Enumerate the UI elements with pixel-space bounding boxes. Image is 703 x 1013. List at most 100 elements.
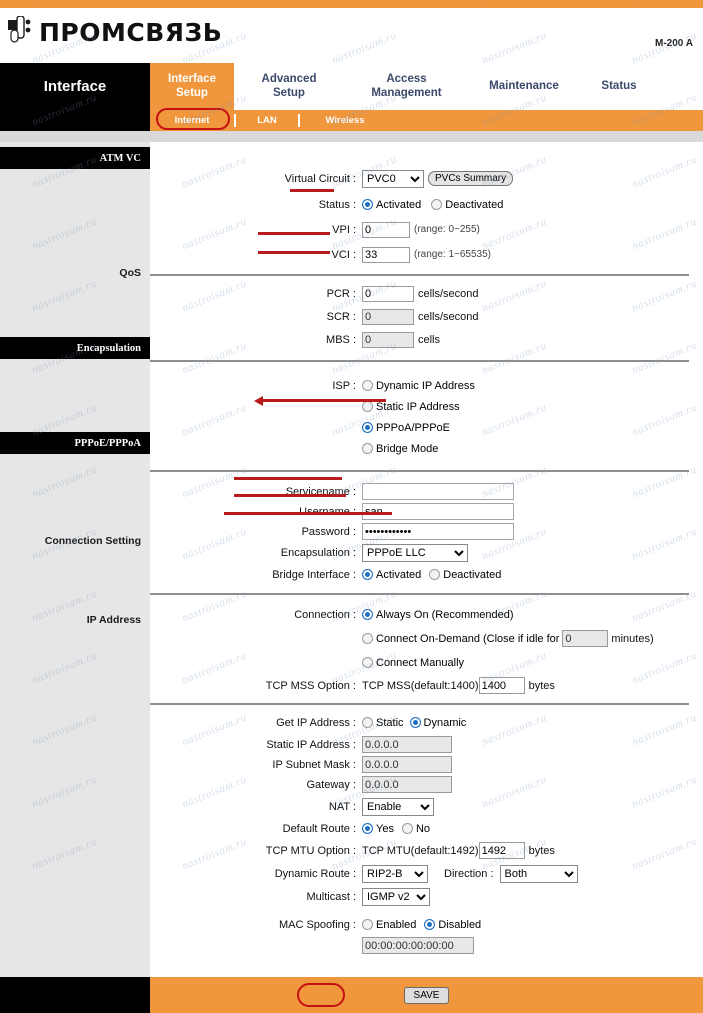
static-ip-input[interactable] xyxy=(362,736,452,753)
nat-select[interactable]: Enable xyxy=(362,797,434,816)
row-bridge-interface: Bridge Interface : Activated Deactivated xyxy=(150,565,703,584)
isp-static-ip-radio[interactable]: Static IP Address xyxy=(362,401,460,413)
tab-interface-setup-line1: Interface xyxy=(168,73,216,86)
connection-manual-radio[interactable]: Connect Manually xyxy=(362,657,464,669)
bridge-deactivated-label: Deactivated xyxy=(443,568,502,581)
dynamic-route-select[interactable]: RIP2-B xyxy=(362,864,428,883)
tab-advanced-setup[interactable]: Advanced Setup xyxy=(234,63,344,110)
tab-interface-setup[interactable]: Interface Setup xyxy=(150,63,234,110)
main-navigation: Interface Interface Setup Advanced Setup A… xyxy=(0,63,703,110)
direction-select[interactable]: Both xyxy=(499,864,578,883)
subtab-lan[interactable]: LAN xyxy=(236,110,298,131)
tcp-mss-label: TCP MSS Option : xyxy=(265,679,356,692)
grey-separator-strip xyxy=(0,131,703,142)
section-label-qos: QoS xyxy=(119,267,141,279)
mbs-input[interactable] xyxy=(362,331,414,348)
password-label: Password : xyxy=(301,525,356,538)
connection-manual-label: Connect Manually xyxy=(376,656,465,669)
annotation-isp-arrow-icon xyxy=(254,396,263,406)
radio-dot-icon xyxy=(362,422,373,433)
isp-dynamic-ip-radio[interactable]: Dynamic IP Address xyxy=(362,380,475,392)
mac-spoofing-enabled-radio[interactable]: Enabled xyxy=(362,919,416,931)
annotation-password xyxy=(234,494,346,497)
bridge-activated-radio[interactable]: Activated xyxy=(362,569,421,581)
isp-bridge-mode-radio[interactable]: Bridge Mode xyxy=(362,443,438,455)
connection-always-on-label: Always On (Recommended) xyxy=(376,608,514,621)
status-activated-label: Activated xyxy=(376,198,422,211)
tab-advanced-setup-line1: Advanced xyxy=(261,73,317,86)
password-input[interactable] xyxy=(362,523,514,540)
dynamic-route-label: Dynamic Route : xyxy=(274,867,356,880)
subnav-bar: Internet LAN Wireless xyxy=(150,110,703,131)
tab-maintenance[interactable]: Maintenance xyxy=(469,63,579,110)
sub-navigation: Internet LAN Wireless xyxy=(0,108,703,131)
bridge-deactivated-radio[interactable]: Deactivated xyxy=(429,569,501,581)
default-route-yes-label: Yes xyxy=(376,822,394,835)
section-label-connection-setting: Connection Setting xyxy=(44,535,141,547)
isp-dynamic-ip-label: Dynamic IP Address xyxy=(376,379,475,392)
servicename-input[interactable] xyxy=(362,483,514,500)
tab-access-management[interactable]: Access Management xyxy=(344,63,469,110)
bridge-activated-label: Activated xyxy=(376,568,422,581)
gateway-input[interactable] xyxy=(362,776,452,793)
row-vci: VCI : (range: 1~65535) xyxy=(150,245,703,264)
settings-form: Virtual Circuit : PVC0 PVCs Summary Stat… xyxy=(150,142,703,977)
mbs-label: MBS : xyxy=(326,333,356,346)
section-label-pppoe-pppoa: PPPoE/PPPoA xyxy=(0,432,150,454)
vci-hint: (range: 1~65535) xyxy=(414,249,492,260)
connection-on-demand-radio[interactable]: Connect On-Demand (Close if idle for xyxy=(362,633,559,645)
isp-pppoa-pppoe-radio[interactable]: PPPoA/PPPoE xyxy=(362,422,450,434)
vci-input[interactable] xyxy=(362,246,410,263)
radio-dot-icon xyxy=(362,443,373,454)
tcp-mtu-input[interactable] xyxy=(478,842,525,859)
radio-dot-icon xyxy=(362,380,373,391)
idle-timeout-input[interactable] xyxy=(562,630,609,647)
save-button[interactable]: SAVE xyxy=(403,986,450,1004)
row-connection-manual: Connect Manually xyxy=(150,653,703,672)
annotation-username xyxy=(234,477,342,480)
pvcs-summary-button[interactable]: PVCs Summary xyxy=(428,171,514,186)
row-mac-address xyxy=(150,936,703,955)
mac-spoofing-enabled-label: Enabled xyxy=(376,918,417,931)
radio-dot-icon xyxy=(431,199,443,210)
default-route-yes-radio[interactable]: Yes xyxy=(362,823,394,835)
row-servicename: Servicename : xyxy=(150,482,703,501)
mac-address-input[interactable] xyxy=(362,937,474,954)
mac-spoofing-disabled-radio[interactable]: Disabled xyxy=(424,919,481,931)
pcr-unit: cells/second xyxy=(418,287,479,300)
radio-dot-icon xyxy=(362,401,373,412)
mbs-unit: cells xyxy=(418,333,441,346)
subtab-wireless[interactable]: Wireless xyxy=(300,110,390,131)
multicast-select[interactable]: IGMP v2 xyxy=(362,887,430,906)
status-activated-radio[interactable]: Activated xyxy=(362,199,421,211)
tab-status[interactable]: Status xyxy=(579,63,659,110)
mac-spoofing-disabled-label: Disabled xyxy=(438,918,482,931)
get-ip-static-radio[interactable]: Static xyxy=(362,717,404,729)
subnet-mask-input[interactable] xyxy=(362,756,452,773)
vpi-input[interactable] xyxy=(362,221,410,238)
annotation-vci xyxy=(258,251,330,254)
tcp-mss-input[interactable] xyxy=(478,677,525,694)
pppoe-divider xyxy=(150,470,689,472)
isp-static-ip-label: Static IP Address xyxy=(376,400,460,413)
subtab-internet[interactable]: Internet xyxy=(150,110,234,131)
nav-brand-label: Interface xyxy=(0,63,150,110)
scr-input[interactable] xyxy=(362,308,414,325)
status-deactivated-radio[interactable]: Deactivated xyxy=(431,199,503,211)
encapsulation-select[interactable]: PPPoE LLC xyxy=(362,543,468,562)
radio-dot-icon xyxy=(429,569,441,580)
pcr-input[interactable] xyxy=(362,285,414,302)
connection-always-on-radio[interactable]: Always On (Recommended) xyxy=(362,609,514,621)
subnet-mask-label: IP Subnet Mask : xyxy=(272,758,356,771)
get-ip-dynamic-radio[interactable]: Dynamic xyxy=(409,717,466,729)
idle-timeout-unit: minutes) xyxy=(611,632,654,645)
row-isp: ISP : Dynamic IP Address xyxy=(150,376,703,395)
row-static-ip: Static IP Address : xyxy=(150,735,703,754)
vpi-hint: (range: 0~255) xyxy=(414,224,480,235)
annotation-isp-pppoa xyxy=(262,399,386,402)
default-route-no-radio[interactable]: No xyxy=(401,823,430,835)
connection-label: Connection : xyxy=(294,608,356,621)
virtual-circuit-select[interactable]: PVC0 xyxy=(362,169,424,188)
device-model: M-200 A xyxy=(655,38,693,49)
radio-dot-icon xyxy=(362,919,373,930)
